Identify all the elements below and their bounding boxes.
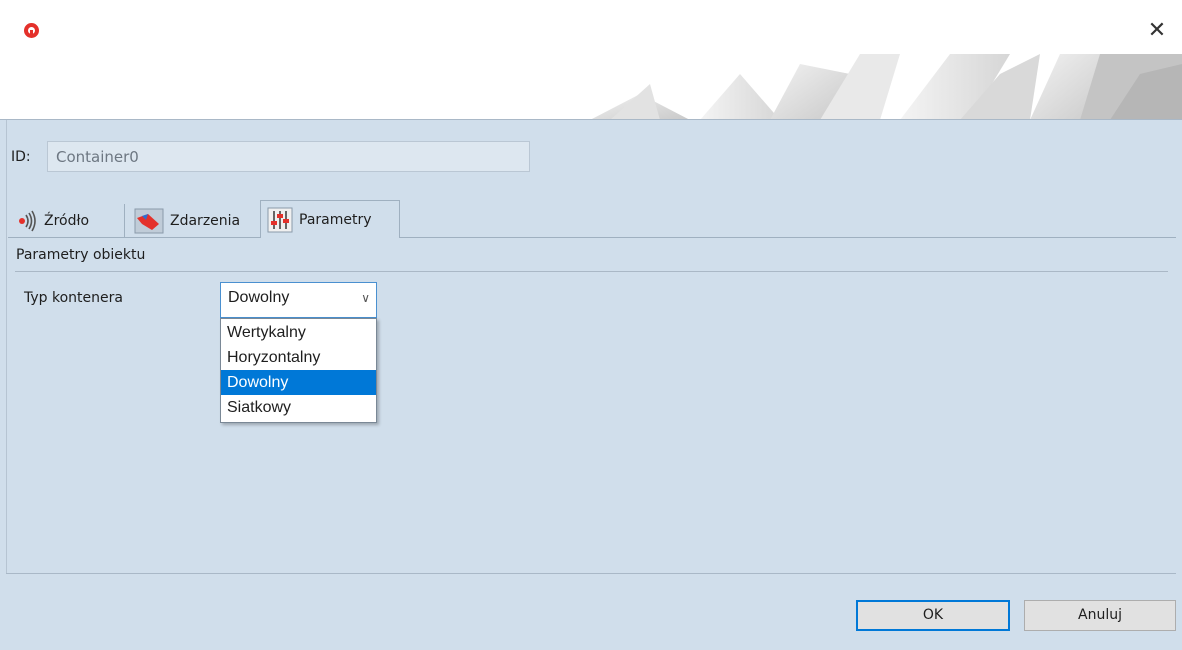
header-banner: [0, 54, 1182, 120]
tab-bar: Źródło Zdarzenia Parametry: [8, 200, 408, 238]
tab-source[interactable]: Źródło: [12, 204, 124, 237]
footer-separator: [6, 573, 1176, 574]
tab-parameters[interactable]: Parametry: [260, 200, 400, 238]
source-signal-icon: [19, 210, 36, 231]
cancel-button[interactable]: Anuluj: [1024, 600, 1176, 631]
option-free[interactable]: Dowolny: [221, 370, 376, 395]
events-icon: [134, 208, 164, 233]
title-bar: ✕: [0, 0, 1182, 54]
tab-parameters-label: Parametry: [299, 211, 372, 228]
home-icon: [24, 23, 39, 38]
parameters-sliders-icon: [267, 207, 293, 232]
container-type-label: Typ kontenera: [24, 290, 123, 306]
tab-baseline: [400, 237, 1176, 238]
id-label: ID:: [11, 149, 31, 165]
tab-events[interactable]: Zdarzenia: [130, 204, 260, 237]
option-horizontal[interactable]: Horyzontalny: [221, 345, 376, 370]
tab-divider: [124, 204, 125, 238]
container-type-select[interactable]: Dowolny ∨: [220, 282, 377, 318]
option-vertical[interactable]: Wertykalny: [221, 320, 376, 345]
section-title: Parametry obiektu: [16, 247, 146, 263]
left-border: [6, 120, 7, 574]
tab-baseline: [8, 237, 260, 238]
tab-events-label: Zdarzenia: [170, 212, 241, 229]
banner-decoration: [590, 54, 1182, 120]
container-type-value: Dowolny: [228, 289, 290, 306]
section-divider: [15, 271, 1168, 272]
ok-button[interactable]: OK: [856, 600, 1010, 631]
close-button[interactable]: ✕: [1140, 14, 1174, 48]
tab-source-label: Źródło: [44, 212, 90, 229]
option-grid[interactable]: Siatkowy: [221, 395, 376, 420]
chevron-down-icon: ∨: [361, 291, 370, 305]
container-type-dropdown: Wertykalny Horyzontalny Dowolny Siatkowy: [220, 318, 377, 423]
id-input[interactable]: Container0: [47, 141, 530, 172]
